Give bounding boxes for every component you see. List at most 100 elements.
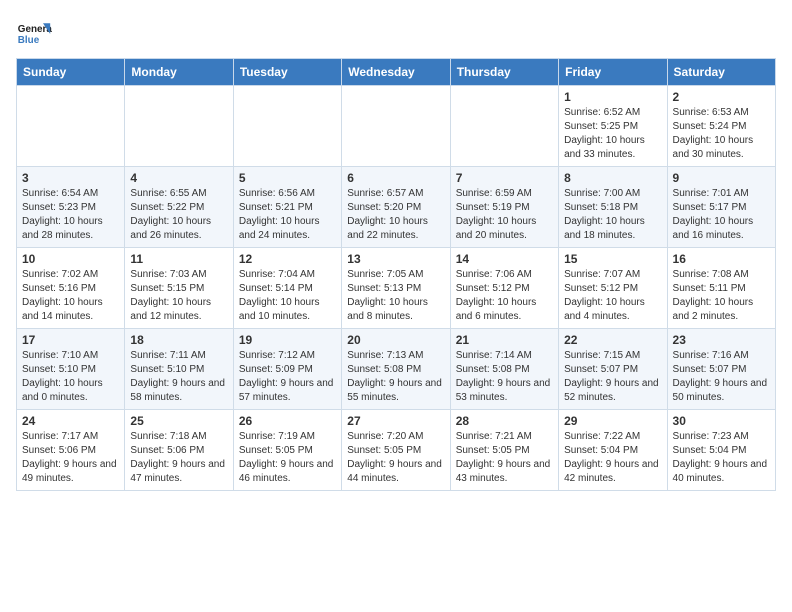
calendar-week-row: 24Sunrise: 7:17 AM Sunset: 5:06 PM Dayli… [17, 410, 776, 491]
day-number: 18 [130, 333, 227, 347]
day-info: Sunrise: 7:15 AM Sunset: 5:07 PM Dayligh… [564, 349, 661, 405]
day-number: 13 [347, 252, 444, 266]
day-info: Sunrise: 7:18 AM Sunset: 5:06 PM Dayligh… [130, 430, 227, 486]
day-info: Sunrise: 6:54 AM Sunset: 5:23 PM Dayligh… [22, 187, 119, 243]
day-number: 29 [564, 414, 661, 428]
day-number: 11 [130, 252, 227, 266]
day-info: Sunrise: 7:19 AM Sunset: 5:05 PM Dayligh… [239, 430, 336, 486]
calendar-day-cell: 27 Sunrise: 7:20 AM Sunset: 5:05 PM Dayli… [342, 410, 450, 491]
day-info: Sunrise: 6:56 AM Sunset: 5:21 PM Dayligh… [239, 187, 336, 243]
calendar-day-cell: 17Sunrise: 7:10 AM Sunset: 5:10 PM Dayli… [17, 329, 125, 410]
calendar-day-cell: 1 Sunrise: 6:52 AM Sunset: 5:25 PM Daylig… [559, 86, 667, 167]
day-number: 7 [456, 171, 553, 185]
header: General Blue [16, 16, 776, 52]
calendar-day-cell: 28 Sunrise: 7:21 AM Sunset: 5:05 PM Dayli… [450, 410, 558, 491]
day-number: 1 [564, 90, 661, 104]
calendar-week-row: 3 Sunrise: 6:54 AM Sunset: 5:23 PM Daylig… [17, 167, 776, 248]
day-info: Sunrise: 7:13 AM Sunset: 5:08 PM Dayligh… [347, 349, 444, 405]
header-row: SundayMondayTuesdayWednesdayThursdayFrid… [17, 59, 776, 86]
day-number: 10 [22, 252, 119, 266]
calendar-day-cell: 13 Sunrise: 7:05 AM Sunset: 5:13 PM Dayli… [342, 248, 450, 329]
day-info: Sunrise: 6:53 AM Sunset: 5:24 PM Dayligh… [673, 106, 770, 162]
day-info: Sunrise: 6:52 AM Sunset: 5:25 PM Dayligh… [564, 106, 661, 162]
day-info: Sunrise: 7:06 AM Sunset: 5:12 PM Dayligh… [456, 268, 553, 324]
calendar-table: SundayMondayTuesdayWednesdayThursdayFrid… [16, 58, 776, 491]
day-info: Sunrise: 7:04 AM Sunset: 5:14 PM Dayligh… [239, 268, 336, 324]
day-info: Sunrise: 7:14 AM Sunset: 5:08 PM Dayligh… [456, 349, 553, 405]
day-number: 21 [456, 333, 553, 347]
calendar-week-row: 10 Sunrise: 7:02 AM Sunset: 5:16 PM Dayli… [17, 248, 776, 329]
weekday-header: Sunday [17, 59, 125, 86]
day-number: 14 [456, 252, 553, 266]
weekday-header: Thursday [450, 59, 558, 86]
day-number: 8 [564, 171, 661, 185]
day-number: 22 [564, 333, 661, 347]
day-number: 23 [673, 333, 770, 347]
day-number: 28 [456, 414, 553, 428]
day-info: Sunrise: 7:20 AM Sunset: 5:05 PM Dayligh… [347, 430, 444, 486]
day-number: 9 [673, 171, 770, 185]
calendar-day-cell: 22 Sunrise: 7:15 AM Sunset: 5:07 PM Dayli… [559, 329, 667, 410]
day-info: Sunrise: 7:05 AM Sunset: 5:13 PM Dayligh… [347, 268, 444, 324]
calendar-body: 1 Sunrise: 6:52 AM Sunset: 5:25 PM Daylig… [17, 86, 776, 491]
weekday-header: Monday [125, 59, 233, 86]
calendar-day-cell: 15Sunrise: 7:07 AM Sunset: 5:12 PM Dayli… [559, 248, 667, 329]
day-number: 6 [347, 171, 444, 185]
day-info: Sunrise: 7:00 AM Sunset: 5:18 PM Dayligh… [564, 187, 661, 243]
day-number: 4 [130, 171, 227, 185]
calendar-day-cell [17, 86, 125, 167]
calendar-week-row: 1 Sunrise: 6:52 AM Sunset: 5:25 PM Daylig… [17, 86, 776, 167]
calendar-day-cell: 4 Sunrise: 6:55 AM Sunset: 5:22 PM Daylig… [125, 167, 233, 248]
day-number: 26 [239, 414, 336, 428]
calendar-day-cell: 2Sunrise: 6:53 AM Sunset: 5:24 PM Daylig… [667, 86, 775, 167]
calendar-day-cell: 11 Sunrise: 7:03 AM Sunset: 5:15 PM Dayli… [125, 248, 233, 329]
weekday-header: Friday [559, 59, 667, 86]
day-info: Sunrise: 7:11 AM Sunset: 5:10 PM Dayligh… [130, 349, 227, 405]
calendar-day-cell: 9Sunrise: 7:01 AM Sunset: 5:17 PM Daylig… [667, 167, 775, 248]
calendar-day-cell: 21 Sunrise: 7:14 AM Sunset: 5:08 PM Dayli… [450, 329, 558, 410]
svg-text:Blue: Blue [18, 35, 40, 46]
calendar-day-cell: 8 Sunrise: 7:00 AM Sunset: 5:18 PM Daylig… [559, 167, 667, 248]
calendar-day-cell: 26 Sunrise: 7:19 AM Sunset: 5:05 PM Dayli… [233, 410, 341, 491]
day-info: Sunrise: 7:21 AM Sunset: 5:05 PM Dayligh… [456, 430, 553, 486]
calendar-day-cell: 29 Sunrise: 7:22 AM Sunset: 5:04 PM Dayli… [559, 410, 667, 491]
day-number: 27 [347, 414, 444, 428]
day-number: 3 [22, 171, 119, 185]
calendar-day-cell: 16 Sunrise: 7:08 AM Sunset: 5:11 PM Dayli… [667, 248, 775, 329]
day-info: Sunrise: 6:57 AM Sunset: 5:20 PM Dayligh… [347, 187, 444, 243]
calendar-day-cell: 3 Sunrise: 6:54 AM Sunset: 5:23 PM Daylig… [17, 167, 125, 248]
day-info: Sunrise: 7:07 AM Sunset: 5:12 PM Dayligh… [564, 268, 661, 324]
calendar-day-cell: 10 Sunrise: 7:02 AM Sunset: 5:16 PM Dayli… [17, 248, 125, 329]
calendar-day-cell: 25Sunrise: 7:18 AM Sunset: 5:06 PM Dayli… [125, 410, 233, 491]
day-info: Sunrise: 7:16 AM Sunset: 5:07 PM Dayligh… [673, 349, 770, 405]
calendar-day-cell: 30 Sunrise: 7:23 AM Sunset: 5:04 PM Dayli… [667, 410, 775, 491]
calendar-day-cell: 6 Sunrise: 6:57 AM Sunset: 5:20 PM Daylig… [342, 167, 450, 248]
weekday-header: Wednesday [342, 59, 450, 86]
calendar-day-cell: 14 Sunrise: 7:06 AM Sunset: 5:12 PM Dayli… [450, 248, 558, 329]
calendar-day-cell: 5 Sunrise: 6:56 AM Sunset: 5:21 PM Daylig… [233, 167, 341, 248]
day-info: Sunrise: 7:08 AM Sunset: 5:11 PM Dayligh… [673, 268, 770, 324]
calendar-day-cell: 18 Sunrise: 7:11 AM Sunset: 5:10 PM Dayli… [125, 329, 233, 410]
day-info: Sunrise: 7:17 AM Sunset: 5:06 PM Dayligh… [22, 430, 119, 486]
day-number: 30 [673, 414, 770, 428]
day-info: Sunrise: 7:03 AM Sunset: 5:15 PM Dayligh… [130, 268, 227, 324]
day-number: 16 [673, 252, 770, 266]
calendar-week-row: 17Sunrise: 7:10 AM Sunset: 5:10 PM Dayli… [17, 329, 776, 410]
weekday-header: Saturday [667, 59, 775, 86]
day-number: 19 [239, 333, 336, 347]
day-number: 20 [347, 333, 444, 347]
logo: General Blue [16, 16, 52, 52]
day-info: Sunrise: 7:02 AM Sunset: 5:16 PM Dayligh… [22, 268, 119, 324]
day-info: Sunrise: 7:10 AM Sunset: 5:10 PM Dayligh… [22, 349, 119, 405]
day-info: Sunrise: 6:59 AM Sunset: 5:19 PM Dayligh… [456, 187, 553, 243]
calendar-day-cell [233, 86, 341, 167]
day-info: Sunrise: 6:55 AM Sunset: 5:22 PM Dayligh… [130, 187, 227, 243]
calendar-day-cell: 24Sunrise: 7:17 AM Sunset: 5:06 PM Dayli… [17, 410, 125, 491]
weekday-header: Tuesday [233, 59, 341, 86]
day-info: Sunrise: 7:23 AM Sunset: 5:04 PM Dayligh… [673, 430, 770, 486]
calendar-day-cell: 12 Sunrise: 7:04 AM Sunset: 5:14 PM Dayli… [233, 248, 341, 329]
day-number: 12 [239, 252, 336, 266]
calendar-day-cell [342, 86, 450, 167]
day-info: Sunrise: 7:22 AM Sunset: 5:04 PM Dayligh… [564, 430, 661, 486]
day-number: 5 [239, 171, 336, 185]
